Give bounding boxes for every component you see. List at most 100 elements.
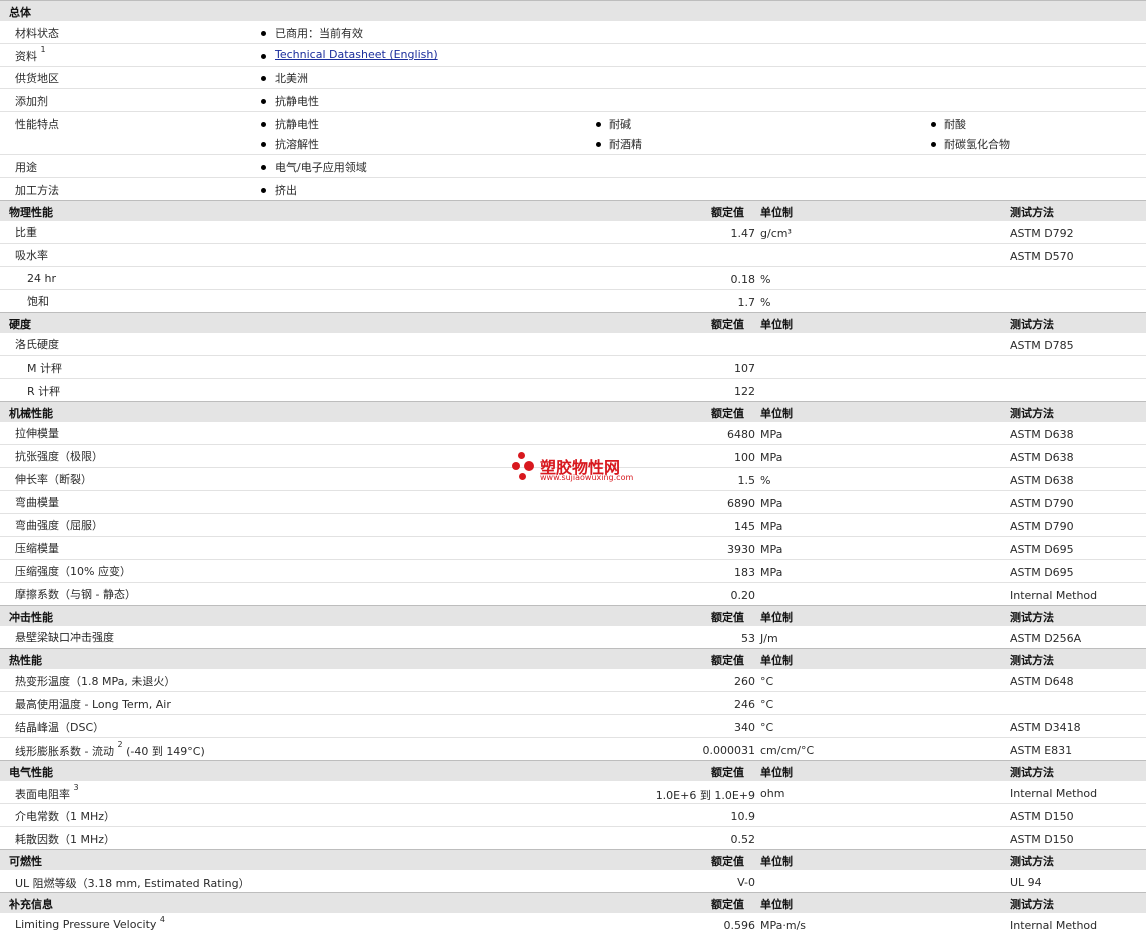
row-cte-flow: 线形膨胀系数 - 流动 2 (-40 到 149°C) 0.000031 cm/… [0,738,1146,760]
bullet-icon [596,122,601,127]
row-value: 0.000031 [702,744,756,757]
row-ul-flame-rating: UL 阻燃等级（3.18 mm, Estimated Rating） V-0 U… [0,870,1146,892]
row-value: 0.20 [730,589,756,602]
row-label: 介电常数（1 MHz） [15,810,116,823]
bullet-icon [261,99,266,104]
header-unit: 单位制 [760,898,793,911]
header-value: 额定值 [711,654,744,667]
bullet-icon [931,122,936,127]
row-compressive-modulus: 压缩模量 3930 MPa ASTM D695 [0,537,1146,560]
row-method: ASTM D638 [1010,474,1074,487]
feature-item: 耐酸 [944,118,966,131]
row-unit: °C [760,698,774,711]
header-value: 额定值 [711,206,744,219]
row-label: 资料 1 [15,45,46,63]
row-label: 比重 [15,226,37,239]
row-label: 拉伸模量 [15,427,59,440]
row-method: ASTM D150 [1010,833,1074,846]
row-method: ASTM D150 [1010,810,1074,823]
row-label: 耗散因数（1 MHz） [15,833,116,846]
row-unit: % [760,273,771,286]
row-method: ASTM D256A [1010,632,1082,645]
row-tensile-modulus: 拉伸模量 6480 MPa ASTM D638 [0,422,1146,445]
row-label: 性能特点 [15,118,59,131]
row-method: UL 94 [1010,876,1042,889]
section-thermal: 热性能 额定值 单位制 测试方法 [0,648,1146,669]
section-title: 可燃性 [9,855,42,868]
row-value: 电气/电子应用领域 [275,161,367,174]
section-title: 热性能 [9,654,42,667]
row-flexural-modulus: 弯曲模量 6890 MPa ASTM D790 [0,491,1146,514]
row-value: 北美洲 [275,72,308,85]
row-value: 340 [734,721,755,734]
row-water-absorption-saturation: 饱和 1.7 % [0,290,1146,312]
row-region: 供货地区 北美洲 [0,67,1146,89]
row-method: ASTM D638 [1010,428,1074,441]
feature-item: 耐碳氢化合物 [944,138,1010,151]
row-value: 0.596 [723,919,756,932]
row-label: M 计秤 [27,362,62,375]
header-value: 额定值 [711,611,744,624]
row-method: ASTM D638 [1010,451,1074,464]
header-method: 测试方法 [1010,318,1054,331]
watermark-dot [518,452,525,459]
row-unit: MPa·m/s [760,919,807,932]
header-value: 额定值 [711,766,744,779]
row-documents: 资料 1 Technical Datasheet (English) [0,44,1146,67]
row-method: ASTM D792 [1010,227,1074,240]
section-supplemental: 补充信息 额定值 单位制 测试方法 [0,892,1146,913]
bullet-icon [596,142,601,147]
row-method: Internal Method [1010,919,1098,932]
row-dissipation-factor: 耗散因数（1 MHz） 0.52 ASTM D150 [0,827,1146,849]
section-title: 总体 [9,6,31,19]
row-unit: % [760,474,771,487]
header-method: 测试方法 [1010,654,1054,667]
row-rockwell-m: M 计秤 107 [0,356,1146,379]
feature-item: 抗溶解性 [275,138,319,151]
row-label: 加工方法 [15,184,59,197]
feature-item: 抗静电性 [275,118,319,131]
row-value: 122 [734,385,755,398]
row-label: Limiting Pressure Velocity 4 [15,915,165,931]
bullet-icon [261,122,266,127]
row-water-absorption: 吸水率 ASTM D570 [0,244,1146,267]
row-unit: °C [760,675,774,688]
row-value: 145 [734,520,755,533]
header-method: 测试方法 [1010,855,1054,868]
row-processing: 加工方法 挤出 [0,178,1146,200]
row-value: 1.5 [737,474,756,487]
bullet-icon [931,142,936,147]
row-label: 供货地区 [15,72,59,85]
row-method: ASTM E831 [1010,744,1073,757]
row-value: 10.9 [730,810,756,823]
row-unit: MPa [760,451,783,464]
header-method: 测试方法 [1010,898,1054,911]
row-label: 材料状态 [15,27,59,40]
section-title: 电气性能 [9,766,53,779]
row-method: ASTM D570 [1010,250,1074,263]
row-method: ASTM D790 [1010,497,1074,510]
row-value: 抗静电性 [275,95,319,108]
row-additive: 添加剂 抗静电性 [0,89,1146,112]
row-value: 3930 [727,543,755,556]
row-value: 6890 [727,497,755,510]
row-method: ASTM D648 [1010,675,1074,688]
feature-item: 耐碱 [609,118,631,131]
row-label: R 计秤 [27,385,61,398]
header-unit: 单位制 [760,206,793,219]
row-value: 0.18 [730,273,756,286]
row-unit: MPa [760,428,783,441]
row-value: 6480 [727,428,755,441]
section-title: 补充信息 [9,898,53,911]
section-electrical: 电气性能 额定值 单位制 测试方法 [0,760,1146,781]
header-value: 额定值 [711,855,744,868]
header-unit: 单位制 [760,766,793,779]
header-unit: 单位制 [760,611,793,624]
section-flammability: 可燃性 额定值 单位制 测试方法 [0,849,1146,870]
bullet-icon [261,188,266,193]
row-value: 246 [734,698,755,711]
datasheet-link[interactable]: Technical Datasheet (English) [275,48,438,61]
row-label: 压缩模量 [15,542,59,555]
row-value: 1.0E+6 到 1.0E+9 [655,789,755,802]
row-label: 压缩强度（10% 应变） [15,565,131,578]
